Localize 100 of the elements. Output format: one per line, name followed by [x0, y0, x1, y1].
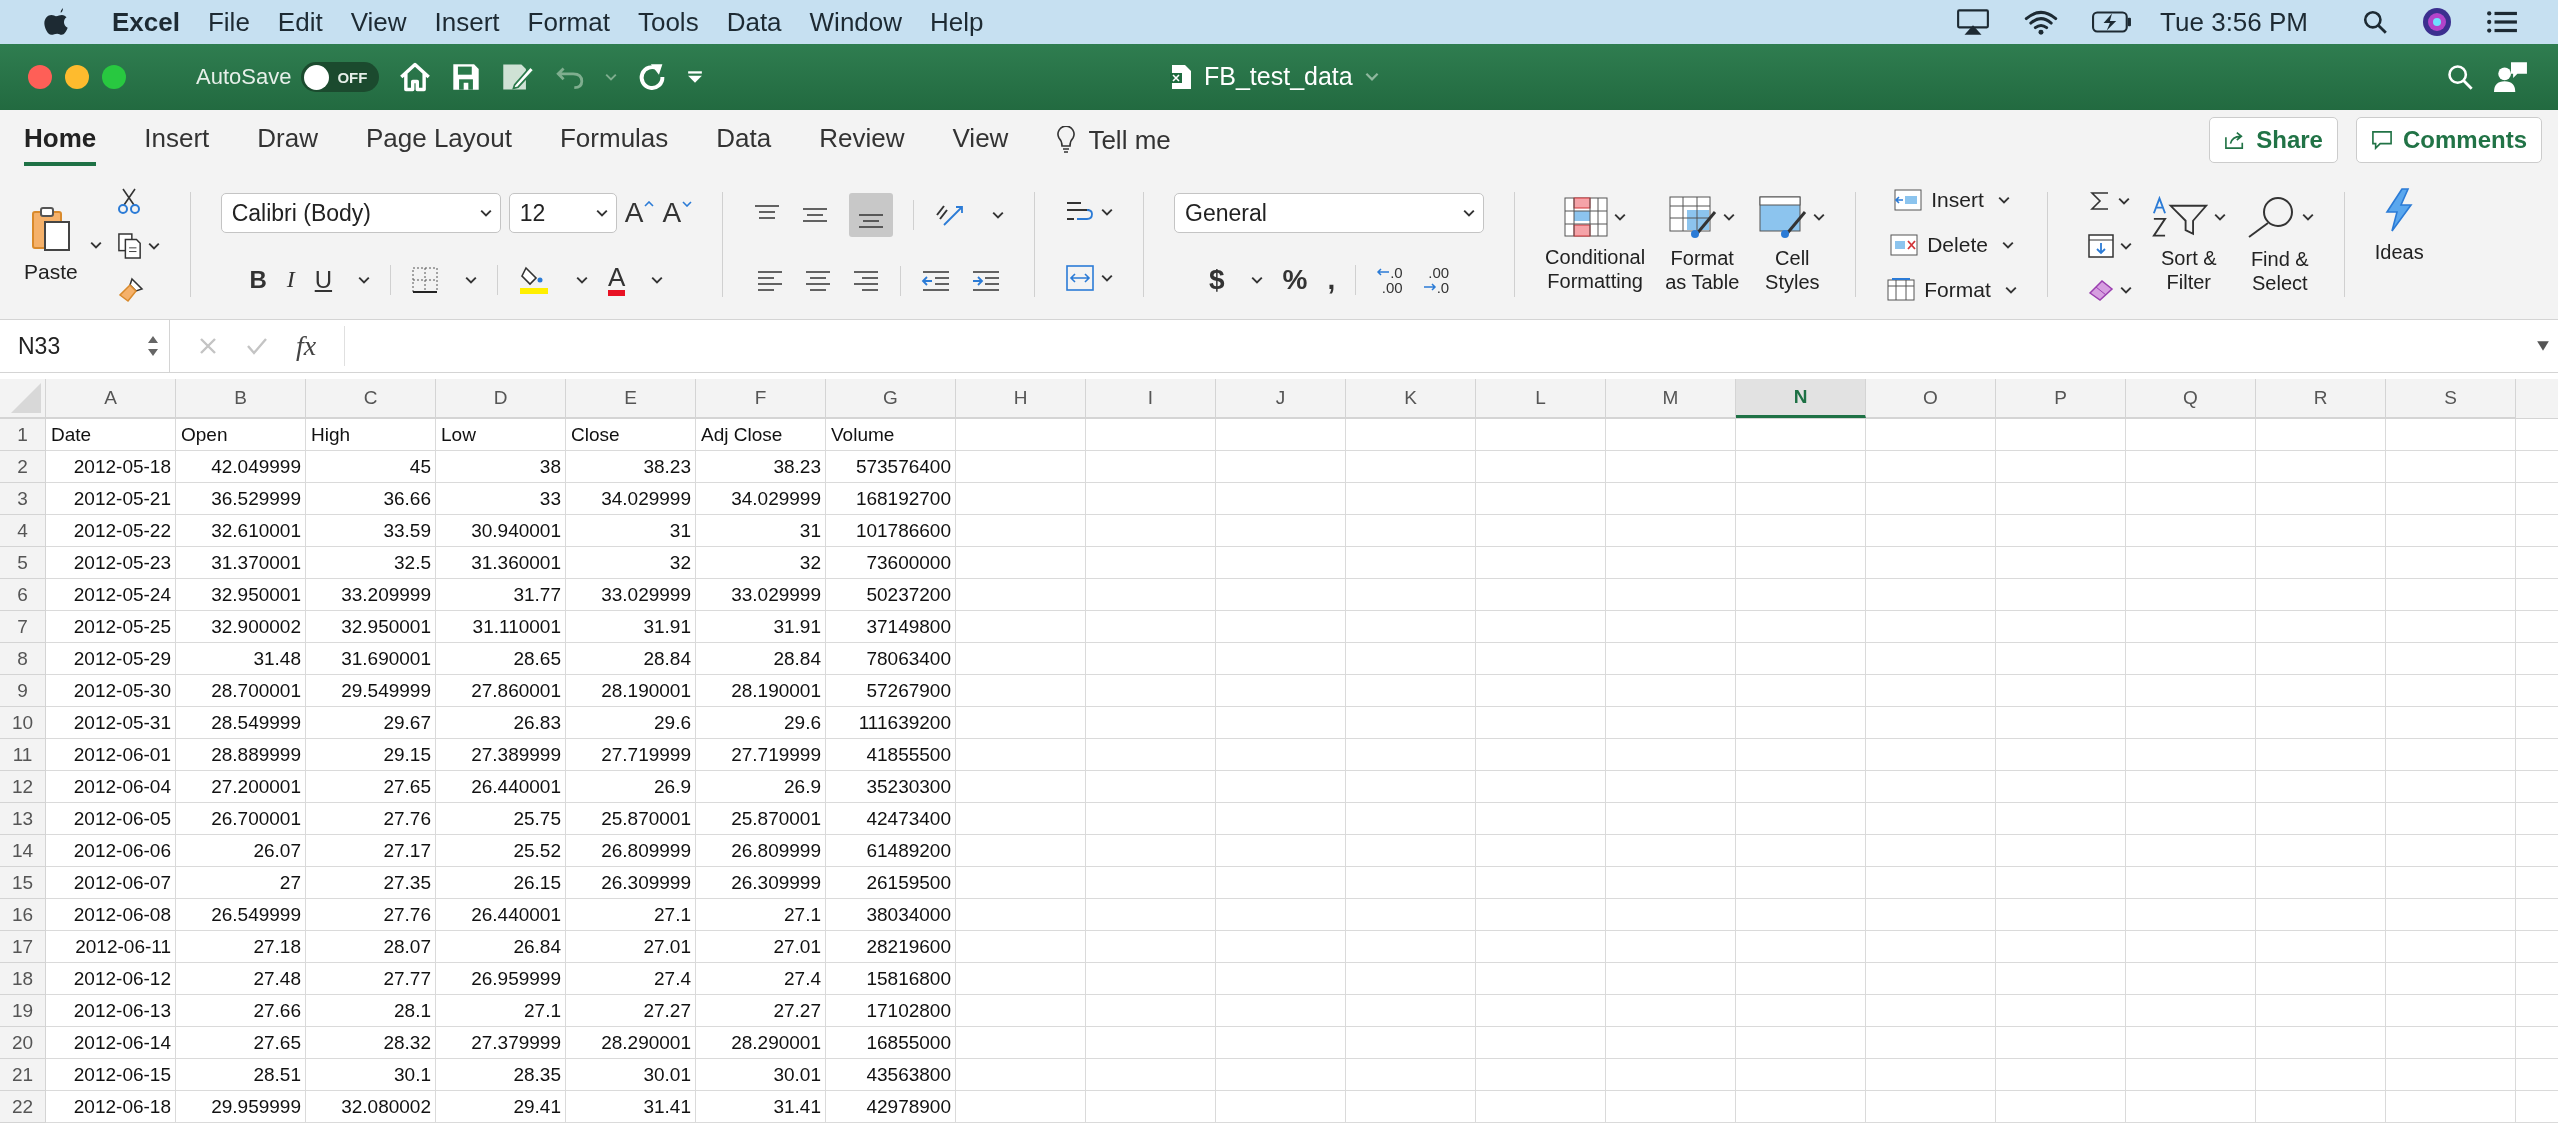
decrease-indent-icon[interactable]	[921, 269, 952, 294]
row-header[interactable]: 5	[0, 547, 46, 579]
wifi-icon[interactable]	[2024, 8, 2059, 36]
share-button[interactable]: Share	[2209, 117, 2338, 163]
name-box[interactable]: N33	[0, 320, 170, 372]
row-header[interactable]: 11	[0, 739, 46, 771]
airplay-icon[interactable]	[1956, 8, 1991, 36]
increase-font-size-button[interactable]: A	[624, 197, 655, 230]
row-header[interactable]: 1	[0, 419, 46, 451]
number-style-button[interactable]: $	[1208, 263, 1225, 296]
align-bottom-icon[interactable]	[849, 192, 894, 237]
ribbon-tab[interactable]: Draw	[257, 114, 318, 166]
column-header[interactable]: M	[1606, 379, 1736, 418]
column-header[interactable]: B	[176, 379, 306, 418]
column-header[interactable]: C	[306, 379, 436, 418]
insert-cells-button[interactable]: Insert	[1931, 187, 1984, 212]
caret-icon[interactable]	[1364, 72, 1379, 81]
column-header[interactable]: Q	[2126, 379, 2256, 418]
menu-item[interactable]: Format	[527, 6, 610, 38]
ribbon-button-label[interactable]: Find & Select	[2250, 246, 2309, 295]
align-right-icon[interactable]	[852, 269, 881, 294]
column-header[interactable]: H	[956, 379, 1086, 418]
customize-toolbar-icon[interactable]	[687, 70, 704, 84]
column-header[interactable]: L	[1476, 379, 1606, 418]
menu-item[interactable]: File	[207, 6, 250, 38]
row-header[interactable]: 18	[0, 963, 46, 995]
font-size-dropdown[interactable]: 12	[508, 193, 617, 234]
row-header[interactable]: 6	[0, 579, 46, 611]
ribbon-tab[interactable]: Home	[24, 114, 97, 166]
person-comment-icon[interactable]	[2494, 61, 2528, 93]
autosave-toggle[interactable]: OFF	[301, 62, 380, 92]
column-header[interactable]: F	[696, 379, 826, 418]
menu-item[interactable]: Tools	[637, 6, 699, 38]
comments-button[interactable]: Comments	[2355, 117, 2542, 163]
insert-function-button[interactable]: fx	[296, 330, 317, 362]
battery-icon[interactable]	[2092, 10, 2133, 34]
row-header[interactable]: 9	[0, 675, 46, 707]
copy-icon[interactable]	[117, 231, 142, 260]
fill-down-icon[interactable]	[2087, 233, 2114, 258]
zoom-window-button[interactable]	[102, 65, 126, 89]
eraser-icon[interactable]	[2087, 278, 2114, 301]
align-left-icon[interactable]	[756, 269, 785, 294]
column-header[interactable]: D	[436, 379, 566, 418]
menu-item[interactable]: Edit	[277, 6, 323, 38]
row-header[interactable]: 19	[0, 995, 46, 1027]
siri-icon[interactable]	[2422, 7, 2452, 37]
ribbon-button-label[interactable]: Format as Table	[1665, 245, 1740, 294]
column-header[interactable]: N	[1736, 379, 1866, 418]
row-header[interactable]: 16	[0, 899, 46, 931]
save-icon[interactable]	[451, 62, 482, 92]
row-header[interactable]: 13	[0, 803, 46, 835]
apple-logo-icon[interactable]	[44, 8, 68, 36]
ribbon-tab[interactable]: View	[952, 114, 1009, 166]
column-header[interactable]: R	[2256, 379, 2386, 418]
paste-button[interactable]: Paste	[24, 205, 78, 284]
column-header[interactable]: P	[1996, 379, 2126, 418]
edit-document-icon[interactable]	[501, 62, 536, 92]
font-family-dropdown[interactable]: Calibri (Body)	[220, 193, 501, 234]
delete-cells-button[interactable]: Delete	[1927, 232, 1988, 257]
ribbon-tab[interactable]: Data	[716, 114, 772, 166]
column-header[interactable]: E	[566, 379, 696, 418]
row-header[interactable]: 17	[0, 931, 46, 963]
increase-indent-icon[interactable]	[971, 269, 1002, 294]
search-icon[interactable]	[2362, 9, 2388, 35]
column-header[interactable]: K	[1346, 379, 1476, 418]
list-icon[interactable]	[2486, 10, 2518, 34]
number-style-button[interactable]: %	[1282, 263, 1308, 296]
minimize-window-button[interactable]	[65, 65, 89, 89]
column-header[interactable]: A	[46, 379, 176, 418]
bold-button[interactable]: B	[249, 265, 267, 294]
number-format-dropdown[interactable]: General	[1174, 193, 1485, 234]
row-header[interactable]: 3	[0, 483, 46, 515]
ribbon-button-label[interactable]: Sort & Filter	[2161, 245, 2217, 294]
column-header[interactable]: O	[1866, 379, 1996, 418]
column-header[interactable]: S	[2386, 379, 2516, 418]
merge-cells-icon[interactable]	[1065, 264, 1096, 293]
cell-styles-icon[interactable]	[1759, 195, 1808, 238]
ribbon-tab[interactable]: Formulas	[559, 114, 669, 166]
row-header[interactable]: 20	[0, 1027, 46, 1059]
ribbon-button-label[interactable]: Conditional Formatting	[1545, 244, 1646, 293]
column-header[interactable]: G	[826, 379, 956, 418]
ribbon-tab[interactable]: Insert	[144, 114, 210, 166]
conditional-formatting-icon[interactable]	[1564, 196, 1609, 237]
decrease-decimal-button[interactable]: .00 .0	[1422, 264, 1450, 295]
ribbon-tab[interactable]: Review	[819, 114, 905, 166]
column-header[interactable]: I	[1086, 379, 1216, 418]
align-center-icon[interactable]	[804, 269, 833, 294]
format-as-table-icon[interactable]	[1669, 195, 1718, 238]
row-header[interactable]: 12	[0, 771, 46, 803]
stepper-icon[interactable]	[147, 334, 159, 358]
format-cells-icon[interactable]	[1886, 277, 1917, 302]
column-header[interactable]: J	[1216, 379, 1346, 418]
checkmark-icon[interactable]	[246, 336, 268, 356]
row-header[interactable]: 22	[0, 1091, 46, 1123]
row-header[interactable]: 21	[0, 1059, 46, 1091]
format-painter-icon[interactable]	[117, 276, 144, 303]
number-style-button[interactable]: ,	[1327, 263, 1336, 296]
menu-item[interactable]: Data	[726, 6, 782, 38]
menu-item[interactable]: Window	[809, 6, 903, 38]
menubar-clock[interactable]: Tue 3:56 PM	[2160, 6, 2308, 38]
